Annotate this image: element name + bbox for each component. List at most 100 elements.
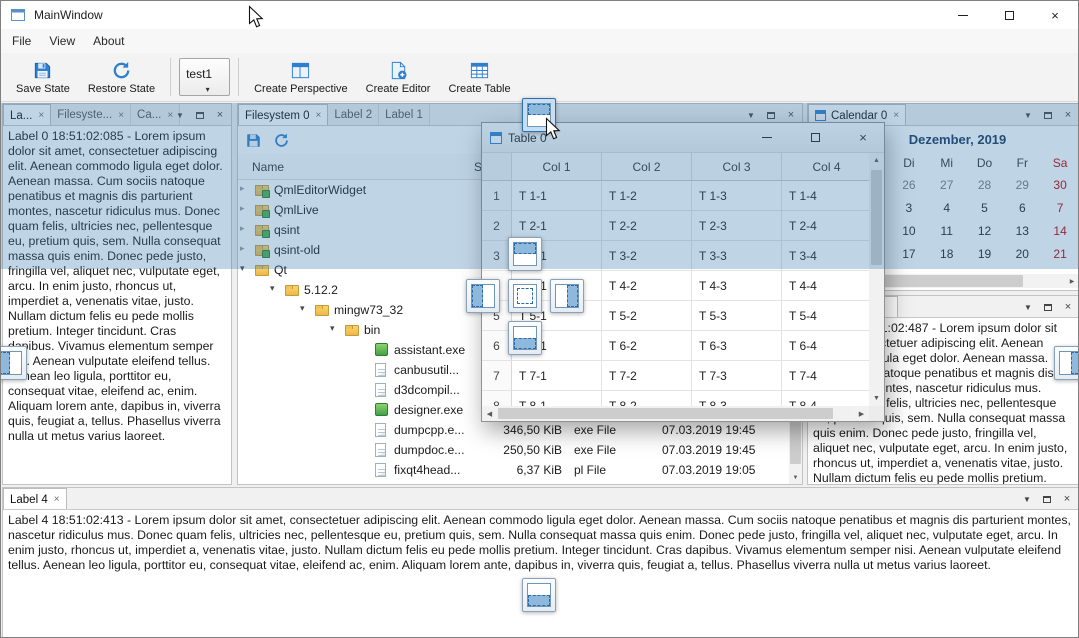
app-icon	[10, 7, 26, 23]
tab-label: Label 4	[10, 494, 48, 506]
tree-item-label: canbusutil...	[394, 363, 459, 377]
menu-item-file[interactable]: File	[3, 30, 40, 52]
expand-arrow-icon[interactable]: ▾	[270, 283, 282, 294]
maximize-icon	[1005, 11, 1014, 20]
tab-close-icon[interactable]: ×	[54, 494, 60, 505]
table-cell[interactable]: T 4-3	[692, 271, 782, 301]
row-header[interactable]: 7	[482, 361, 512, 391]
table-cell[interactable]: T 7-2	[602, 361, 692, 391]
tree-item-label: dumpdoc.e...	[394, 443, 464, 457]
maximize-button[interactable]	[986, 1, 1032, 29]
float-icon	[1043, 496, 1051, 503]
dock-title-buttons: ▼ ×	[1019, 491, 1075, 507]
table-cell[interactable]: T 5-2	[602, 301, 692, 331]
table-cell[interactable]: T 4-2	[602, 271, 692, 301]
expand-arrow-icon[interactable]: ▾	[330, 323, 342, 334]
file-icon	[375, 443, 386, 457]
label4-dock-area: Label 4× ▼ × Label 4 18:51:02:413 - Lore…	[2, 487, 1079, 638]
table-cell[interactable]: T 6-3	[692, 331, 782, 361]
mouse-cursor-secondary	[248, 5, 265, 32]
dock-menu-button[interactable]: ▼	[1019, 491, 1035, 507]
scroll-down-icon[interactable]: ▼	[869, 391, 884, 406]
create-editor-button[interactable]: Create Editor	[357, 55, 440, 99]
table-cell[interactable]: T 8-1	[512, 391, 602, 406]
dock-left-icon	[471, 284, 495, 308]
row-header[interactable]: 8	[482, 391, 512, 406]
drop-indicator-right-edge[interactable]	[1054, 346, 1079, 380]
perspective-combo[interactable]: test1 ▾	[179, 58, 230, 96]
exe-icon	[375, 343, 388, 356]
file-type: exe File	[574, 443, 616, 457]
create-table-button[interactable]: Create Table	[439, 55, 519, 99]
scroll-left-icon[interactable]: ◀	[482, 406, 497, 421]
toolbar-separator	[238, 58, 239, 96]
scrollbar-thumb[interactable]	[498, 408, 833, 419]
drop-indicator-area-bottom[interactable]	[508, 321, 542, 355]
scroll-right-icon[interactable]: ▶	[854, 406, 869, 421]
toolbar: Save State Restore State test1 ▾ Create …	[1, 53, 1078, 102]
table-cell[interactable]: T 7-3	[692, 361, 782, 391]
save-state-button[interactable]: Save State	[7, 55, 79, 99]
restore-state-label: Restore State	[88, 83, 155, 95]
drop-indicator-area-left[interactable]	[466, 279, 500, 313]
scrollbar-corner	[869, 406, 884, 421]
create-editor-label: Create Editor	[366, 83, 431, 95]
restore-icon	[111, 60, 132, 81]
file-date: 07.03.2019 19:45	[662, 423, 755, 437]
close-button[interactable]: ×	[1032, 1, 1078, 29]
restore-state-button[interactable]: Restore State	[79, 55, 164, 99]
tree-row-fixqt4head[interactable]: fixqt4head...6,37 KiBpl File07.03.2019 1…	[238, 460, 789, 480]
caption-buttons: ×	[940, 1, 1078, 29]
scroll-right-icon[interactable]: ▶	[1065, 274, 1079, 288]
table-cell[interactable]: T 7-4	[782, 361, 869, 391]
drop-indicator-bottom-edge[interactable]	[522, 578, 556, 612]
exe-icon	[375, 403, 388, 416]
table-cell[interactable]: T 6-4	[782, 331, 869, 361]
table-cell[interactable]: T 5-4	[782, 301, 869, 331]
create-perspective-label: Create Perspective	[254, 83, 348, 95]
file-type: pl File	[574, 463, 606, 477]
tree-item-label: designer.exe	[394, 403, 463, 417]
table-horizontal-scrollbar[interactable]: ◀ ▶	[482, 406, 869, 421]
dock-close-button[interactable]: ×	[1060, 299, 1076, 315]
drop-indicator-area-top[interactable]	[508, 237, 542, 271]
chevron-down-icon: ▾	[206, 85, 210, 94]
create-table-label: Create Table	[448, 83, 510, 95]
menubar: FileViewAbout	[1, 29, 1078, 53]
scroll-down-icon[interactable]: ▼	[789, 471, 802, 484]
minimize-button[interactable]	[940, 1, 986, 29]
dock-top-icon	[513, 242, 537, 266]
expand-arrow-icon[interactable]: ▾	[300, 303, 312, 314]
table-cell[interactable]: T 8-4	[782, 391, 869, 406]
main-window: MainWindow × FileViewAbout Save State Re…	[0, 0, 1079, 638]
table-cell[interactable]: T 8-2	[602, 391, 692, 406]
dock-bottom-icon	[527, 583, 551, 607]
folder-icon	[285, 285, 299, 296]
tree-item-label: bin	[364, 323, 380, 337]
table-cell[interactable]: T 4-4	[782, 271, 869, 301]
file-icon	[375, 463, 386, 477]
dock-float-button[interactable]	[1039, 491, 1055, 507]
minimize-icon	[958, 15, 968, 16]
drop-indicator-area-right[interactable]	[550, 279, 584, 313]
drop-indicator-area-center[interactable]	[508, 279, 542, 313]
dock-close-button[interactable]: ×	[1059, 491, 1075, 507]
perspective-icon	[290, 60, 311, 81]
create-perspective-button[interactable]: Create Perspective	[245, 55, 357, 99]
table-icon	[469, 60, 490, 81]
menu-item-view[interactable]: View	[40, 30, 84, 52]
tab-label-4[interactable]: Label 4 ×	[3, 488, 67, 510]
tree-item-label: dumpcpp.e...	[394, 423, 464, 437]
dock-float-button[interactable]	[1040, 299, 1056, 315]
save-state-label: Save State	[16, 83, 70, 95]
dock-menu-button[interactable]: ▼	[1020, 299, 1036, 315]
table-cell[interactable]: T 8-3	[692, 391, 782, 406]
table-cell[interactable]: T 5-3	[692, 301, 782, 331]
tree-row-dumpdoc-e[interactable]: dumpdoc.e...250,50 KiBexe File07.03.2019…	[238, 440, 789, 460]
menu-item-about[interactable]: About	[84, 30, 133, 52]
drop-indicator-left-edge[interactable]	[0, 346, 27, 380]
table-row: 8T 8-1T 8-2T 8-3T 8-4	[482, 391, 869, 406]
tree-row-dumpcpp-e[interactable]: dumpcpp.e...346,50 KiBexe File07.03.2019…	[238, 420, 789, 440]
table-cell[interactable]: T 6-2	[602, 331, 692, 361]
table-cell[interactable]: T 7-1	[512, 361, 602, 391]
